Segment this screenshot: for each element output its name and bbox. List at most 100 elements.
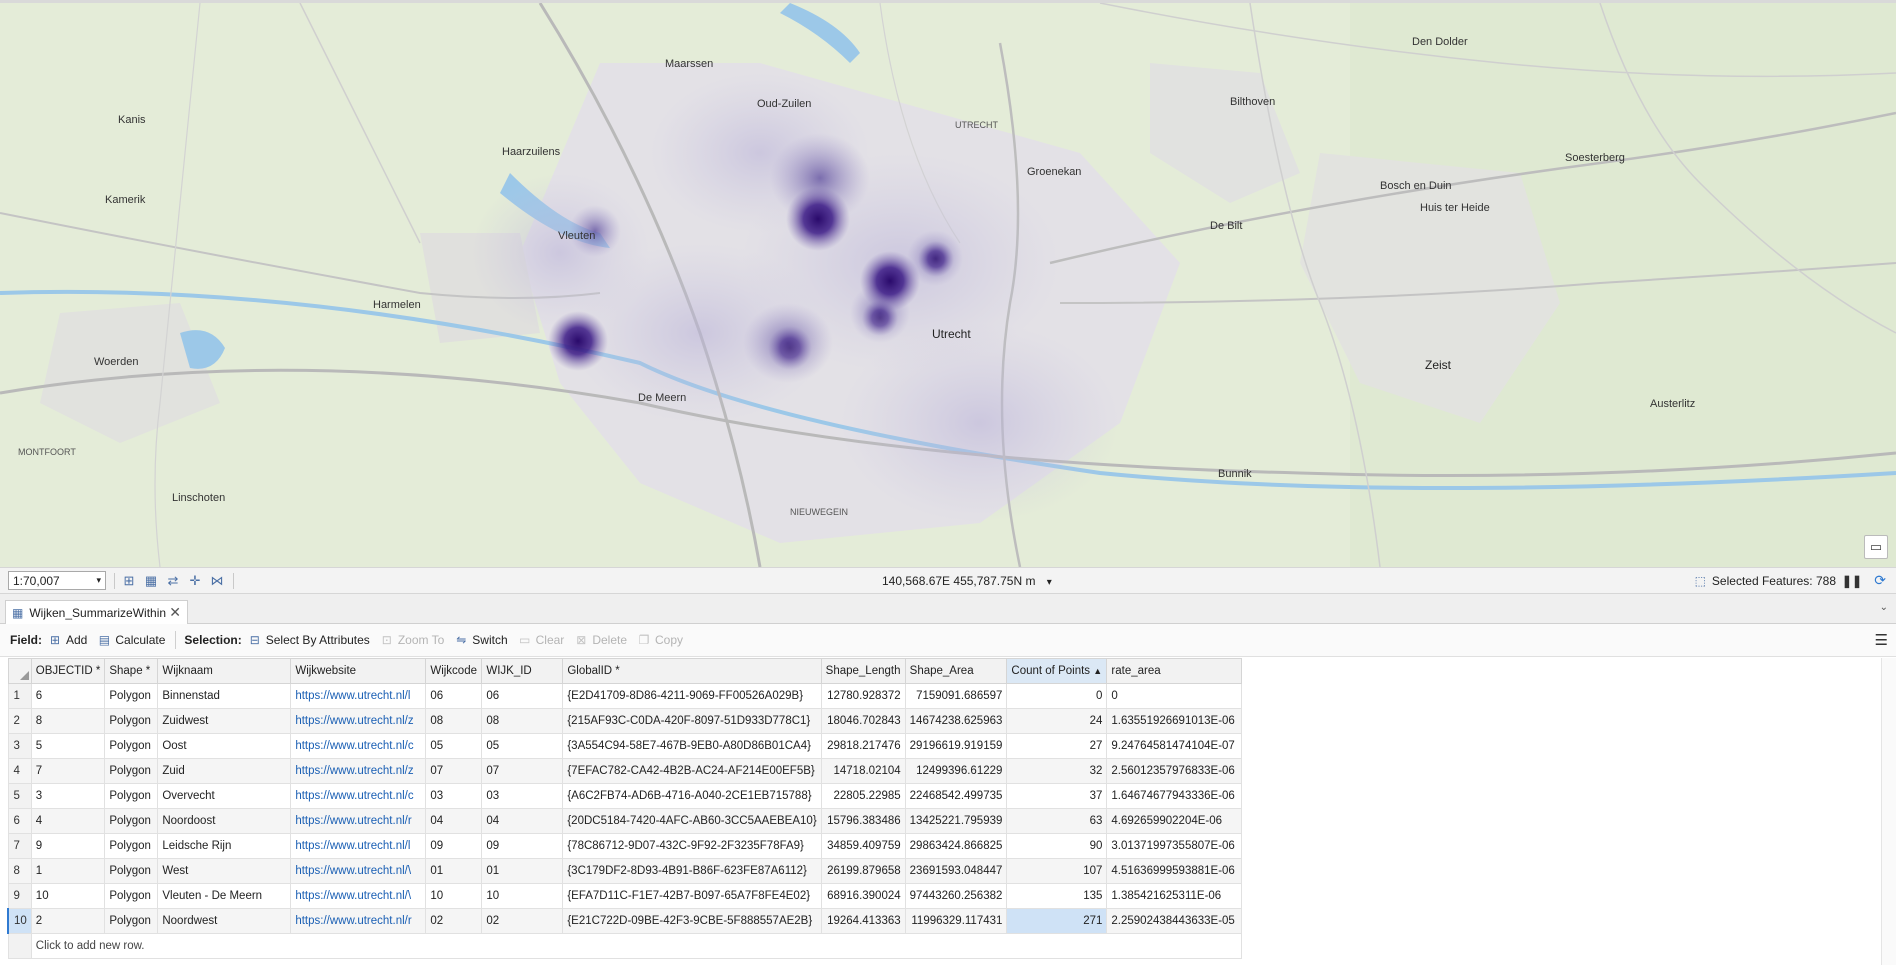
row-number[interactable]: 6	[7, 808, 32, 834]
click-to-add-row[interactable]: Click to add new row.	[30, 933, 1243, 959]
cell-wijk-id[interactable]: 08	[481, 708, 564, 734]
select-all-corner[interactable]	[7, 658, 32, 684]
cell-wijkwebsite[interactable]: https://www.utrecht.nl/c	[290, 733, 427, 759]
cell-wijk-id[interactable]: 01	[481, 858, 564, 884]
cell-wijkwebsite[interactable]: https://www.utrecht.nl/\	[290, 883, 427, 909]
cell-wijkcode[interactable]: 05	[425, 733, 483, 759]
column-header-wijk-id[interactable]: WIJK_ID	[481, 658, 564, 684]
cell-globalid[interactable]: {215AF93C-C0DA-420F-8097-51D933D778C1}	[562, 708, 822, 734]
cell-objectid[interactable]: 7	[30, 758, 106, 784]
cell-globalid[interactable]: {E2D41709-8D86-4211-9069-FF00526A029B}	[562, 683, 822, 709]
grid-icon[interactable]: ▦	[143, 573, 159, 589]
select-by-attributes-button[interactable]: ⊟ Select By Attributes	[248, 633, 370, 647]
cell-wijkcode[interactable]: 09	[425, 833, 483, 859]
cell-count-of-points[interactable]: 90	[1006, 833, 1108, 859]
cell-shape-length[interactable]: 15796.383486	[820, 808, 906, 834]
cell-wijkwebsite[interactable]: https://www.utrecht.nl/r	[290, 808, 427, 834]
cell-wijknaam[interactable]: Oost	[157, 733, 292, 759]
column-header-count-of-points[interactable]: Count of Points ▲	[1006, 658, 1108, 684]
cell-rate-area[interactable]: 4.692659902204E-06	[1106, 808, 1243, 834]
column-header-shape-area[interactable]: Shape_Area	[904, 658, 1008, 684]
table-vertical-scrollbar[interactable]	[1881, 658, 1896, 965]
cell-shape-area[interactable]: 14674238.625963	[904, 708, 1008, 734]
cell-wijkwebsite[interactable]: https://www.utrecht.nl/\	[290, 858, 427, 884]
cell-shape[interactable]: Polygon	[104, 808, 159, 834]
cell-objectid[interactable]: 9	[30, 833, 106, 859]
column-header-globalid[interactable]: GlobalID *	[562, 658, 822, 684]
cell-wijkcode[interactable]: 01	[425, 858, 483, 884]
cell-count-of-points[interactable]: 32	[1006, 758, 1108, 784]
row-number[interactable]: 7	[7, 833, 32, 859]
cell-wijknaam[interactable]: Leidsche Rijn	[157, 833, 292, 859]
cell-wijkwebsite[interactable]: https://www.utrecht.nl/z	[290, 708, 427, 734]
refresh-button[interactable]: ⟳	[1874, 572, 1886, 589]
cell-wijknaam[interactable]: Binnenstad	[157, 683, 292, 709]
cell-wijknaam[interactable]: Noordoost	[157, 808, 292, 834]
cell-globalid[interactable]: {E21C722D-09BE-42F3-9CBE-5F888557AE2B}	[562, 908, 822, 934]
cell-globalid[interactable]: {7EFAC782-CA42-4B2B-AC24-AF214E00EF5B}	[562, 758, 822, 784]
cell-count-of-points[interactable]: 37	[1006, 783, 1108, 809]
cell-globalid[interactable]: {EFA7D11C-F1E7-42B7-B097-65A7F8FE4E02}	[562, 883, 822, 909]
cell-shape[interactable]: Polygon	[104, 783, 159, 809]
delete-button[interactable]: ⊠ Delete	[574, 633, 627, 647]
cell-globalid[interactable]: {20DC5184-7420-4AFC-AB60-3CC5AAEBEA10}	[562, 808, 822, 834]
table-row[interactable]: 10 2 Polygon Noordwest https://www.utrecht.n…	[6, 908, 1243, 934]
table-options-menu-button[interactable]: ☰	[1875, 631, 1888, 649]
cell-shape-area[interactable]: 12499396.61229	[904, 758, 1008, 784]
selected-features-indicator[interactable]: ⬚ Selected Features: 788	[1695, 574, 1836, 588]
cell-shape-length[interactable]: 26199.879658	[820, 858, 906, 884]
table-row[interactable]: 2 8 Polygon Zuidwest https://www.utrecht.nl/…	[7, 708, 1243, 734]
table-row[interactable]: 1 6 Polygon Binnenstad https://www.utrecht.n…	[7, 683, 1243, 709]
cell-wijkcode[interactable]: 02	[425, 908, 483, 934]
cell-shape-area[interactable]: 22468542.499735	[904, 783, 1008, 809]
map-overview-button[interactable]: ▭	[1864, 535, 1888, 559]
row-number[interactable]: 10	[6, 908, 32, 934]
cell-wijkwebsite[interactable]: https://www.utrecht.nl/l	[290, 683, 427, 709]
column-header-wijknaam[interactable]: Wijknaam	[157, 658, 292, 684]
cell-shape-length[interactable]: 22805.22985	[820, 783, 906, 809]
cell-objectid[interactable]: 6	[30, 683, 106, 709]
cell-globalid[interactable]: {3C179DF2-8D93-4B91-B86F-623FE87A6112}	[562, 858, 822, 884]
cell-wijk-id[interactable]: 07	[481, 758, 564, 784]
clear-selection-button[interactable]: ▭ Clear	[518, 633, 564, 647]
cell-wijknaam[interactable]: West	[157, 858, 292, 884]
snapping-icon[interactable]: ⋈	[209, 573, 225, 589]
cell-rate-area[interactable]: 1.64674677943336E-06	[1106, 783, 1243, 809]
column-header-wijkwebsite[interactable]: Wijkwebsite	[290, 658, 427, 684]
cell-rate-area[interactable]: 3.01371997355807E-06	[1106, 833, 1243, 859]
cell-count-of-points[interactable]: 271	[1006, 908, 1108, 934]
cell-wijk-id[interactable]: 09	[481, 833, 564, 859]
cell-rate-area[interactable]: 9.24764581474104E-07	[1106, 733, 1243, 759]
cell-shape-area[interactable]: 29863424.866825	[904, 833, 1008, 859]
cell-rate-area[interactable]: 0	[1106, 683, 1243, 709]
cell-shape-area[interactable]: 97443260.256382	[904, 883, 1008, 909]
cell-wijkwebsite[interactable]: https://www.utrecht.nl/r	[290, 908, 427, 934]
zoom-to-button[interactable]: ⊡ Zoom To	[380, 633, 445, 647]
cell-shape-area[interactable]: 23691593.048447	[904, 858, 1008, 884]
cell-shape-length[interactable]: 34859.409759	[820, 833, 906, 859]
cell-wijknaam[interactable]: Vleuten - De Meern	[157, 883, 292, 909]
navigate-icon[interactable]: ⇄	[165, 573, 181, 589]
cell-wijknaam[interactable]: Zuidwest	[157, 708, 292, 734]
column-header-rate-area[interactable]: rate_area	[1106, 658, 1243, 684]
cell-wijkcode[interactable]: 08	[425, 708, 483, 734]
table-row[interactable]: 9 10 Polygon Vleuten - De Meern https://www.…	[7, 883, 1243, 909]
cell-shape-area[interactable]: 7159091.686597	[904, 683, 1008, 709]
cell-shape-length[interactable]: 29818.217476	[820, 733, 906, 759]
cell-wijkcode[interactable]: 06	[425, 683, 483, 709]
row-number[interactable]: 5	[7, 783, 32, 809]
cell-shape-length[interactable]: 68916.390024	[820, 883, 906, 909]
cell-rate-area[interactable]: 4.51636999593881E-06	[1106, 858, 1243, 884]
table-row[interactable]: 8 1 Polygon West https://www.utrecht.nl/\ 01 0…	[7, 858, 1243, 884]
cell-shape[interactable]: Polygon	[104, 908, 159, 934]
row-number[interactable]: 4	[7, 758, 32, 784]
cell-objectid[interactable]: 3	[30, 783, 106, 809]
cell-globalid[interactable]: {3A554C94-58E7-467B-9EB0-A80D86B01CA4}	[562, 733, 822, 759]
column-header-shape-length[interactable]: Shape_Length	[820, 658, 906, 684]
cell-wijkcode[interactable]: 07	[425, 758, 483, 784]
cell-count-of-points[interactable]: 135	[1006, 883, 1108, 909]
cell-shape[interactable]: Polygon	[104, 758, 159, 784]
cell-objectid[interactable]: 1	[30, 858, 106, 884]
row-number[interactable]: 2	[7, 708, 32, 734]
cell-wijkwebsite[interactable]: https://www.utrecht.nl/c	[290, 783, 427, 809]
